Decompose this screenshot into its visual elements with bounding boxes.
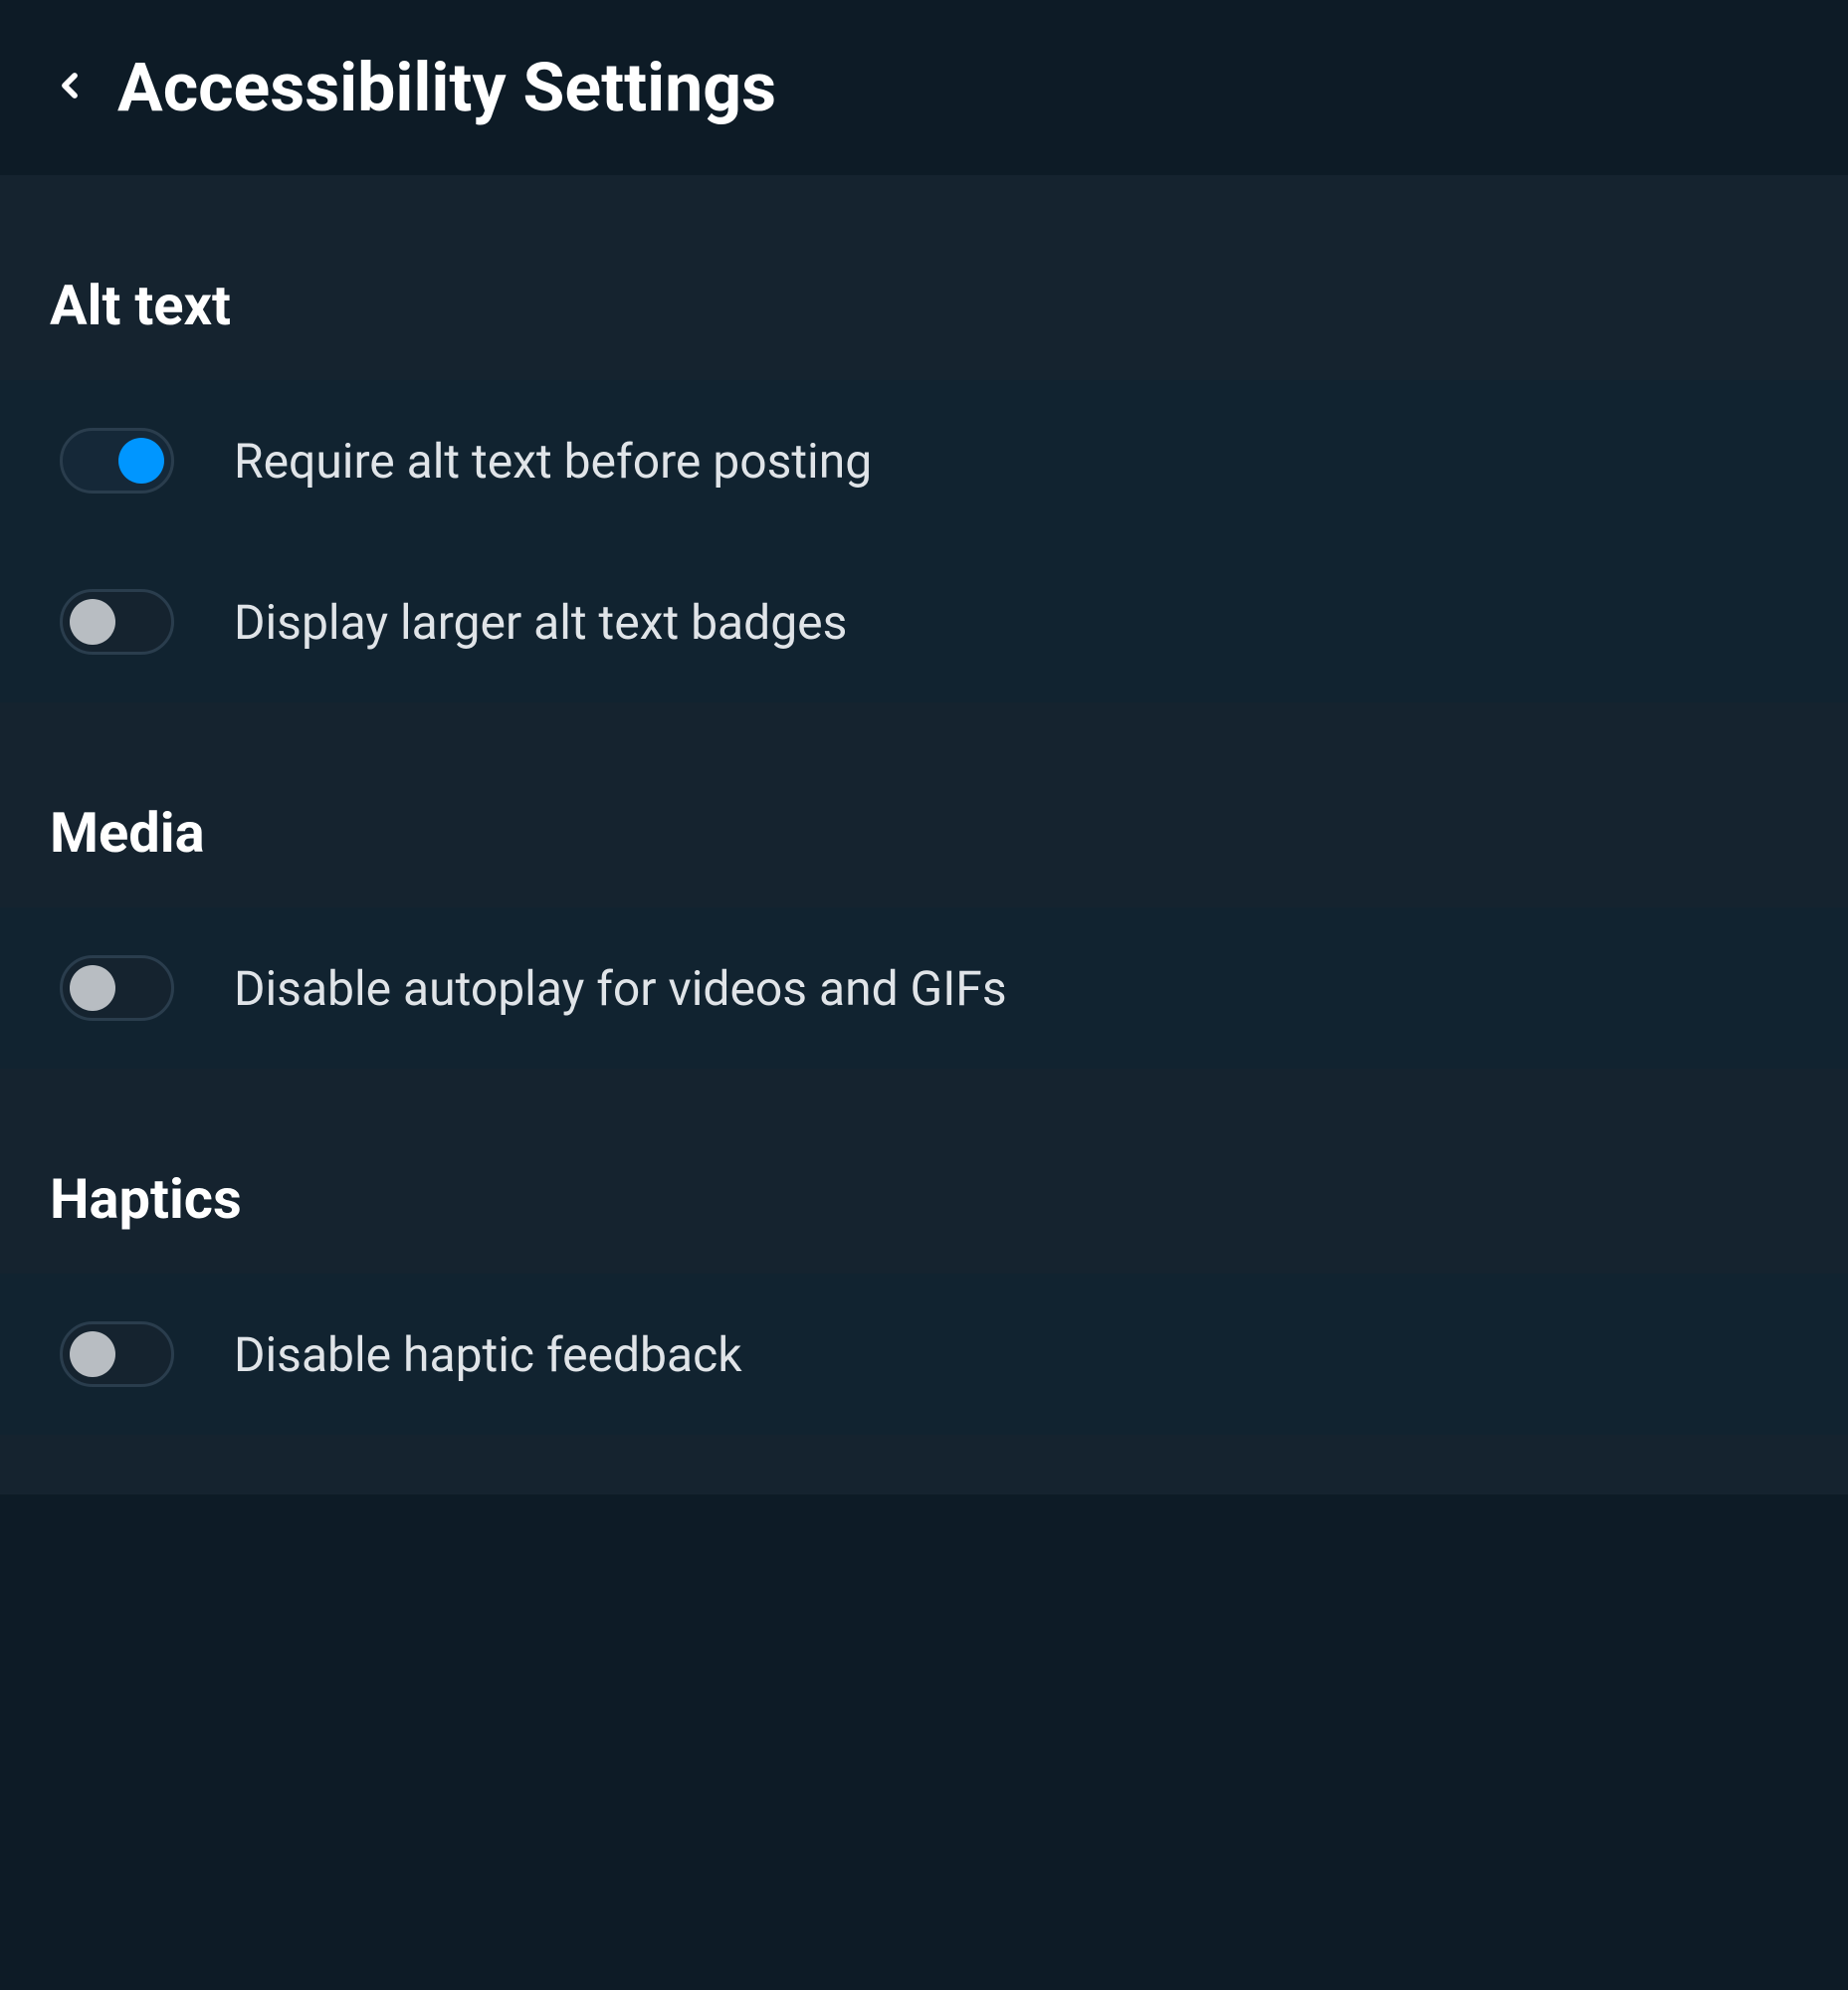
- back-button[interactable]: [50, 61, 90, 114]
- toggle-disable-haptic[interactable]: [60, 1321, 174, 1387]
- section-haptics: Disable haptic feedback: [0, 1274, 1848, 1435]
- setting-disable-autoplay[interactable]: Disable autoplay for videos and GIFs: [0, 907, 1848, 1069]
- spacer: [0, 702, 1848, 762]
- section-header-alttext: Alt text: [0, 235, 1848, 380]
- section-title: Haptics: [50, 1166, 1798, 1232]
- section-alttext: Require alt text before posting Display …: [0, 380, 1848, 702]
- page-title: Accessibility Settings: [117, 48, 776, 127]
- setting-larger-badges[interactable]: Display larger alt text badges: [0, 541, 1848, 702]
- setting-label: Disable autoplay for videos and GIFs: [234, 960, 1007, 1017]
- toggle-larger-badges[interactable]: [60, 589, 174, 655]
- chevron-left-icon: [50, 61, 90, 114]
- toggle-knob: [118, 438, 164, 484]
- section-media: Disable autoplay for videos and GIFs: [0, 907, 1848, 1069]
- setting-require-alt-text[interactable]: Require alt text before posting: [0, 380, 1848, 541]
- toggle-require-alt-text[interactable]: [60, 428, 174, 494]
- section-header-haptics: Haptics: [0, 1128, 1848, 1274]
- setting-disable-haptic[interactable]: Disable haptic feedback: [0, 1274, 1848, 1435]
- setting-label: Disable haptic feedback: [234, 1326, 742, 1383]
- spacer: [0, 175, 1848, 235]
- spacer: [0, 1069, 1848, 1128]
- setting-label: Display larger alt text badges: [234, 594, 847, 651]
- section-title: Alt text: [50, 273, 1798, 338]
- section-title: Media: [50, 800, 1798, 866]
- page-header: Accessibility Settings: [0, 0, 1848, 175]
- spacer: [0, 1435, 1848, 1494]
- setting-label: Require alt text before posting: [234, 433, 872, 490]
- toggle-knob: [70, 599, 115, 645]
- toggle-knob: [70, 1331, 115, 1377]
- section-header-media: Media: [0, 762, 1848, 907]
- toggle-disable-autoplay[interactable]: [60, 955, 174, 1021]
- toggle-knob: [70, 965, 115, 1011]
